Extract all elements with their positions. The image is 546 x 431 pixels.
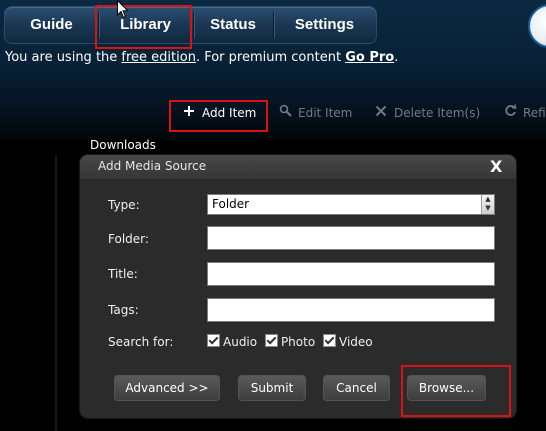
audio-label: Audio	[223, 335, 258, 349]
audio-checkbox[interactable]	[207, 334, 220, 347]
edit-item-label: Edit Item	[298, 106, 353, 120]
edit-item-button[interactable]: Edit Item	[278, 102, 352, 124]
x-icon	[374, 102, 388, 124]
photo-label: Photo	[280, 335, 316, 349]
free-edition-link[interactable]: free edition	[121, 50, 196, 65]
edition-text: . For premium content	[195, 50, 346, 65]
edition-notice: You are using the free edition. For prem…	[5, 50, 398, 65]
refresh-button[interactable]: Refi	[503, 102, 546, 124]
close-icon[interactable]: X	[490, 157, 502, 176]
list-divider	[55, 155, 57, 431]
tab-settings[interactable]: Settings	[273, 7, 376, 43]
library-tab-highlight	[95, 5, 192, 49]
edition-text: .	[394, 50, 399, 65]
video-checkbox[interactable]	[323, 334, 336, 347]
video-label: Video	[339, 335, 373, 349]
browse-button-highlight	[401, 365, 511, 417]
tab-status[interactable]: Status	[193, 7, 273, 43]
folder-label: Folder:	[108, 232, 149, 246]
mouse-cursor-icon	[117, 0, 129, 19]
type-select-value: Folder	[212, 197, 250, 211]
title-input[interactable]	[207, 262, 495, 286]
list-item-downloads[interactable]: Downloads	[90, 138, 156, 152]
folder-input[interactable]	[207, 226, 495, 250]
tags-label: Tags:	[108, 303, 139, 317]
search-type-options: Audio Photo Video	[207, 334, 377, 349]
delete-items-button[interactable]: Delete Item(s)	[374, 102, 480, 124]
tags-input[interactable]	[207, 298, 495, 322]
search-for-label: Search for:	[108, 335, 174, 349]
title-label: Title:	[108, 267, 138, 281]
photo-checkbox[interactable]	[264, 334, 278, 347]
tab-guide[interactable]: Guide	[5, 7, 98, 43]
delete-items-label: Delete Item(s)	[394, 106, 481, 120]
type-label: Type:	[108, 198, 140, 212]
add-item-highlight	[169, 100, 268, 132]
magnifier-icon	[278, 102, 292, 124]
dialog-title: Add Media Source	[98, 159, 207, 173]
refresh-label: Refi	[523, 106, 546, 120]
submit-button[interactable]: Submit	[238, 375, 306, 401]
cancel-button[interactable]: Cancel	[323, 375, 390, 401]
edition-text: You are using the	[5, 50, 122, 65]
type-select[interactable]: Folder ▲ ▼	[207, 194, 495, 215]
select-spinner-icon[interactable]: ▲ ▼	[481, 195, 494, 214]
refresh-icon	[503, 102, 517, 124]
go-pro-link[interactable]: Go Pro	[345, 50, 394, 65]
advanced-button[interactable]: Advanced >>	[114, 375, 220, 401]
